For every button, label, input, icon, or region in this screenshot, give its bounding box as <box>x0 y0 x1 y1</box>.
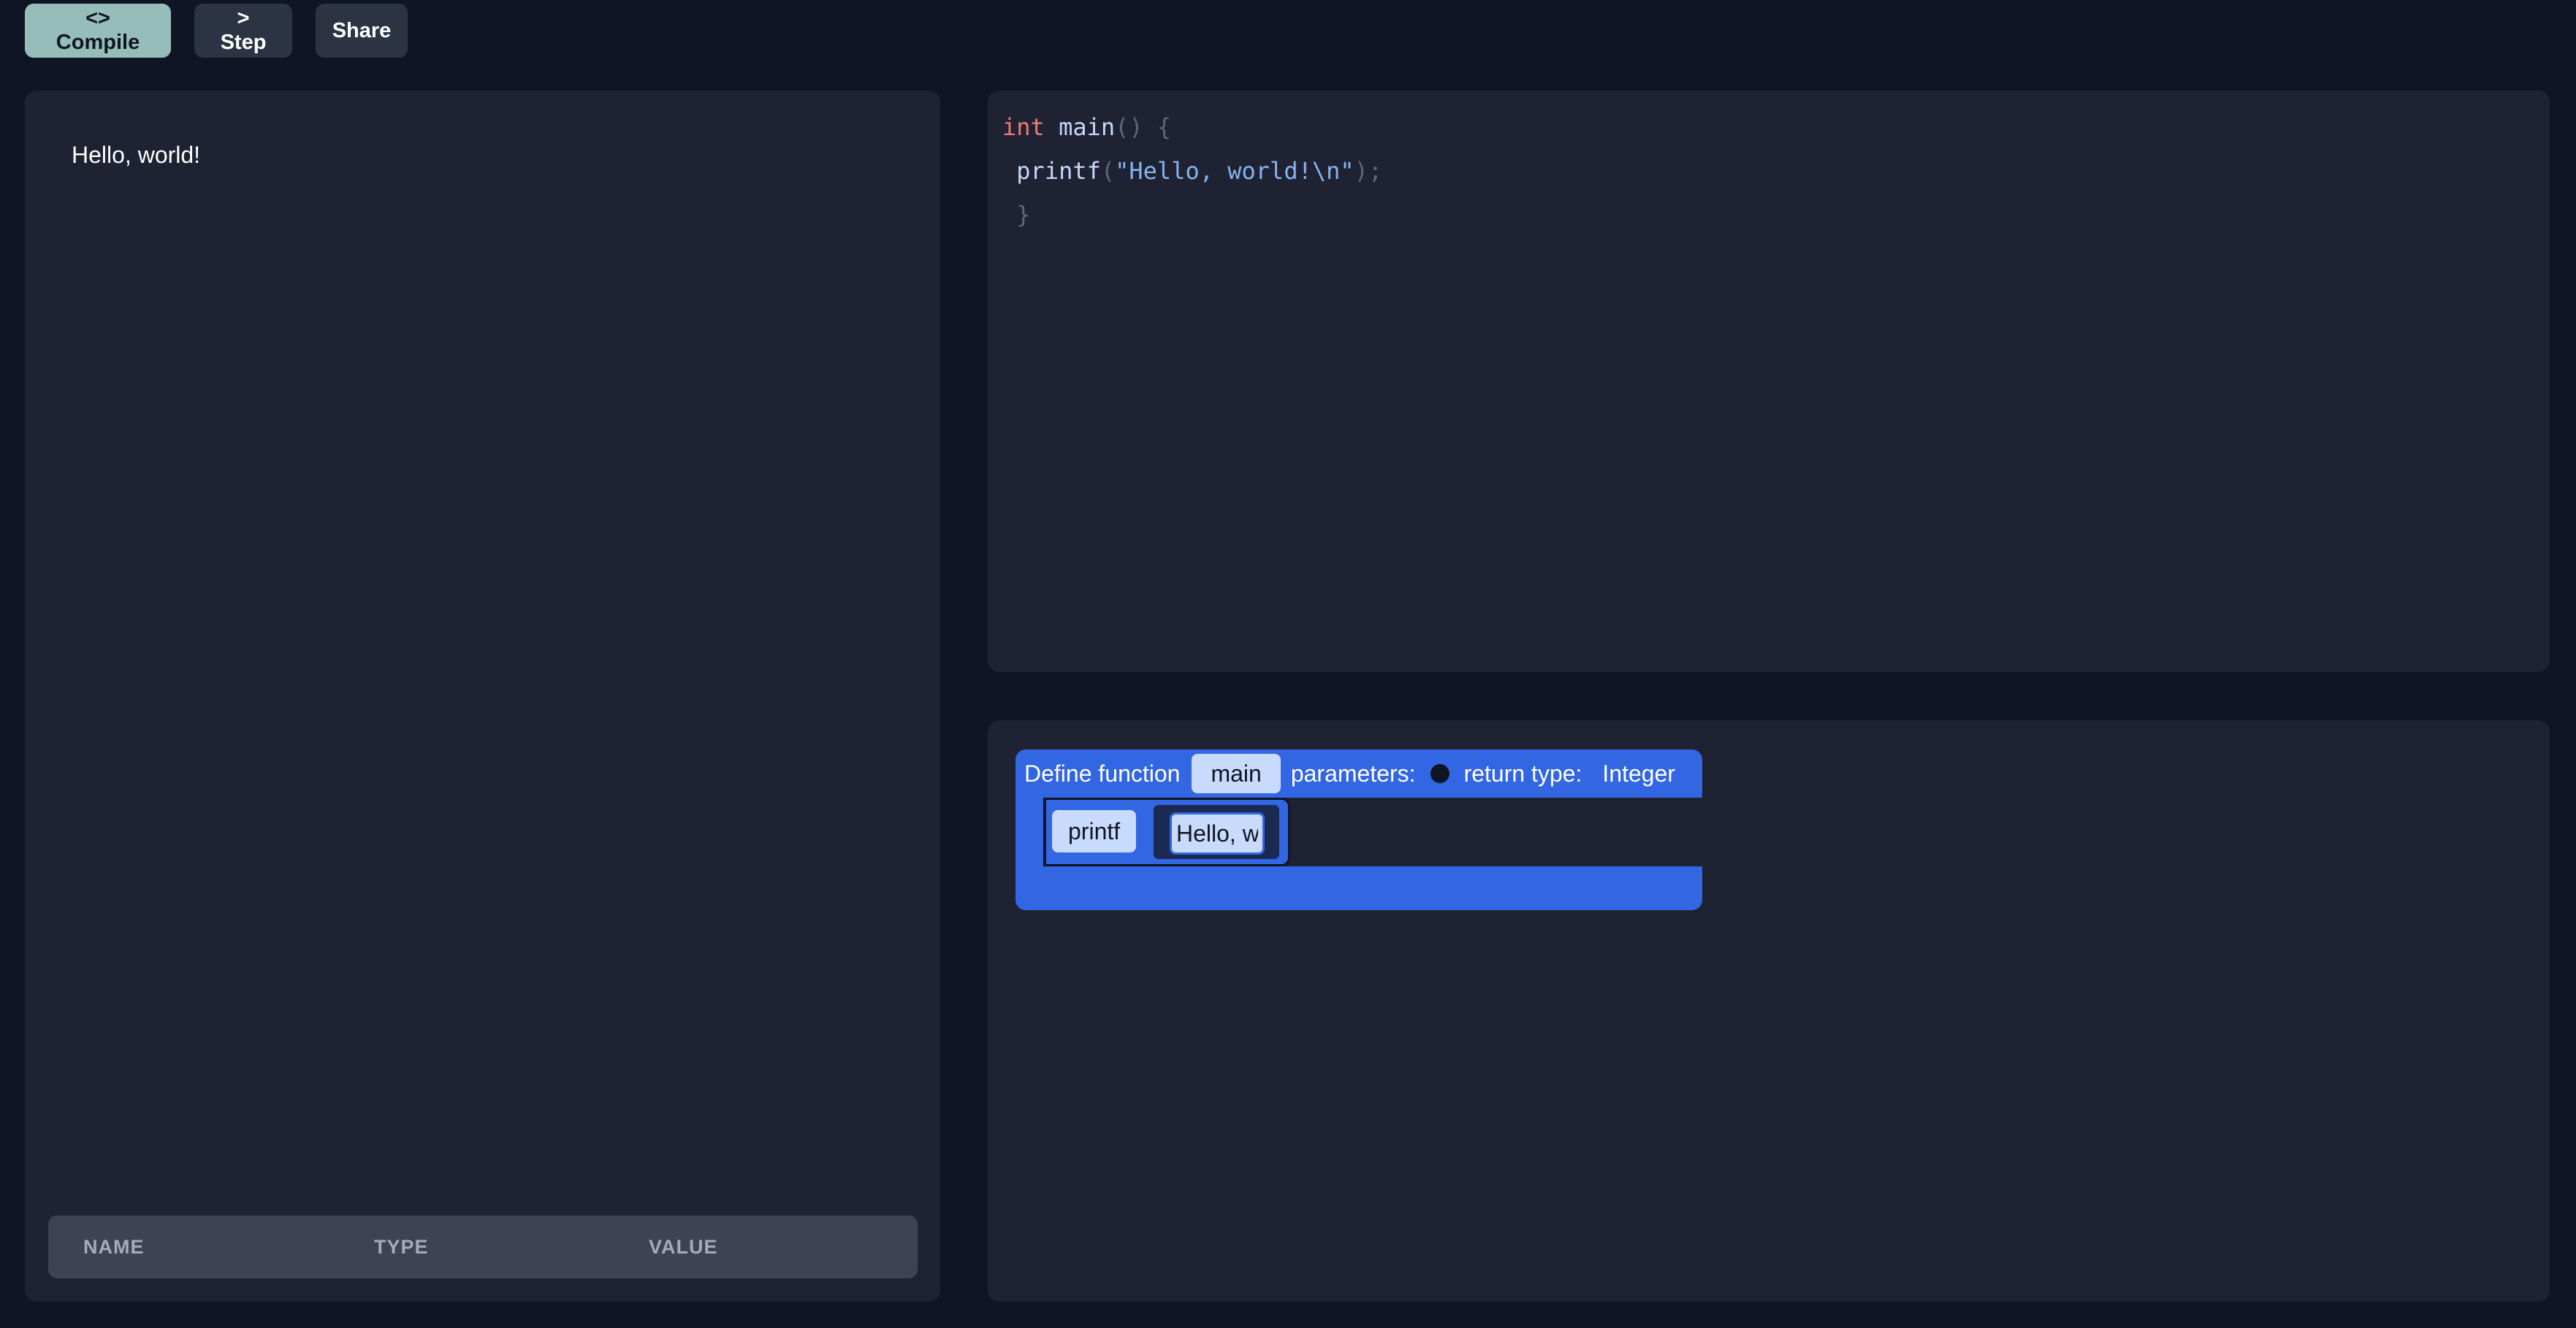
punctuation: } <box>1016 201 1031 229</box>
function-name: main <box>1059 113 1116 141</box>
column-header-type: TYPE <box>374 1236 429 1258</box>
compile-button[interactable]: <> Compile <box>25 4 171 58</box>
code-editor[interactable]: int main() { printf("Hello, world!\n"); … <box>988 91 2550 672</box>
punctuation: ); <box>1354 157 1383 185</box>
console-output: Hello, world! <box>72 142 201 168</box>
code-line-1: int main() { <box>1002 105 1382 149</box>
function-name-field[interactable]: main <box>1192 754 1281 793</box>
define-function-arm <box>1015 798 1043 866</box>
output-panel: Hello, world! NAME TYPE VALUE <box>25 91 940 1302</box>
keyword-int: int <box>1002 113 1045 141</box>
variables-table-header: NAME TYPE VALUE <box>48 1216 918 1278</box>
call-name: printf <box>1016 157 1101 185</box>
code-line-3: } <box>1002 193 1382 237</box>
blocks-workspace[interactable]: Define function main parameters: return … <box>988 720 2550 1302</box>
return-type-value[interactable]: Integer <box>1602 760 1675 787</box>
string-literal: "Hello, world!\n" <box>1115 157 1354 185</box>
share-button[interactable]: Share <box>316 4 408 58</box>
code-line-2: printf("Hello, world!\n"); <box>1002 149 1382 193</box>
printf-call-block[interactable]: printf <box>1043 798 1290 866</box>
column-header-value: VALUE <box>649 1236 718 1258</box>
punctuation: ( <box>1100 157 1116 185</box>
argument-input[interactable] <box>1170 812 1265 855</box>
step-button[interactable]: > Step <box>194 4 292 58</box>
column-header-name: NAME <box>83 1236 145 1258</box>
define-function-label: Define function <box>1024 760 1181 787</box>
punctuation: () { <box>1115 113 1172 141</box>
define-function-block[interactable]: Define function main parameters: return … <box>1015 749 1702 916</box>
toolbar: <> Compile > Step Share <box>25 0 408 61</box>
parameters-dot-icon[interactable] <box>1430 764 1449 783</box>
define-function-footer <box>1015 866 1702 910</box>
argument-slot[interactable] <box>1151 803 1281 861</box>
define-function-header[interactable]: Define function main parameters: return … <box>1015 749 1702 798</box>
return-type-label: return type: <box>1463 760 1582 787</box>
printf-name-field[interactable]: printf <box>1052 810 1137 852</box>
parameters-label: parameters: <box>1290 760 1416 787</box>
code-text[interactable]: int main() { printf("Hello, world!\n"); … <box>1002 105 1382 237</box>
